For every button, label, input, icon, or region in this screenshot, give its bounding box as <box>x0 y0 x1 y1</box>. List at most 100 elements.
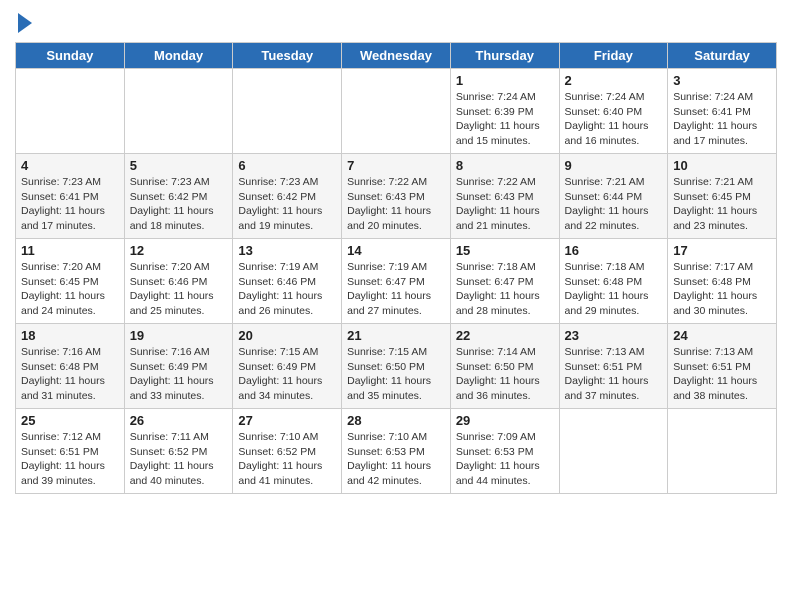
day-info: Sunrise: 7:16 AM Sunset: 6:49 PM Dayligh… <box>130 345 228 404</box>
day-number: 26 <box>130 413 228 428</box>
day-info: Sunrise: 7:18 AM Sunset: 6:47 PM Dayligh… <box>456 260 554 319</box>
calendar-week-row: 11Sunrise: 7:20 AM Sunset: 6:45 PM Dayli… <box>16 239 777 324</box>
calendar-cell: 8 Sunrise: 7:22 AM Sunset: 6:43 PM Daylig… <box>450 154 559 239</box>
calendar-cell: 11Sunrise: 7:20 AM Sunset: 6:45 PM Dayli… <box>16 239 125 324</box>
calendar-body: 1 Sunrise: 7:24 AM Sunset: 6:39 PM Daylig… <box>16 69 777 494</box>
day-number: 5 <box>130 158 228 173</box>
calendar-cell: 15 Sunrise: 7:18 AM Sunset: 6:47 PM Dayli… <box>450 239 559 324</box>
calendar-cell: 24 Sunrise: 7:13 AM Sunset: 6:51 PM Dayli… <box>668 324 777 409</box>
calendar-cell: 13Sunrise: 7:19 AM Sunset: 6:46 PM Dayli… <box>233 239 342 324</box>
day-number: 27 <box>238 413 336 428</box>
calendar-cell: 16Sunrise: 7:18 AM Sunset: 6:48 PM Dayli… <box>559 239 668 324</box>
day-number: 13 <box>238 243 336 258</box>
day-number: 11 <box>21 243 119 258</box>
calendar-cell: 27 Sunrise: 7:10 AM Sunset: 6:52 PM Dayli… <box>233 409 342 494</box>
calendar-cell <box>16 69 125 154</box>
calendar-cell: 4Sunrise: 7:23 AM Sunset: 6:41 PM Daylig… <box>16 154 125 239</box>
day-info: Sunrise: 7:11 AM Sunset: 6:52 PM Dayligh… <box>130 430 228 489</box>
calendar-cell: 5 Sunrise: 7:23 AM Sunset: 6:42 PM Daylig… <box>124 154 233 239</box>
day-number: 1 <box>456 73 554 88</box>
day-info: Sunrise: 7:17 AM Sunset: 6:48 PM Dayligh… <box>673 260 771 319</box>
calendar-cell: 28 Sunrise: 7:10 AM Sunset: 6:53 PM Dayli… <box>342 409 451 494</box>
day-info: Sunrise: 7:13 AM Sunset: 6:51 PM Dayligh… <box>673 345 771 404</box>
day-number: 3 <box>673 73 771 88</box>
calendar-week-row: 18 Sunrise: 7:16 AM Sunset: 6:48 PM Dayli… <box>16 324 777 409</box>
day-info: Sunrise: 7:24 AM Sunset: 6:41 PM Dayligh… <box>673 90 771 149</box>
day-number: 21 <box>347 328 445 343</box>
calendar-cell <box>559 409 668 494</box>
weekday-header-cell: Friday <box>559 43 668 69</box>
calendar-cell: 22 Sunrise: 7:14 AM Sunset: 6:50 PM Dayli… <box>450 324 559 409</box>
day-info: Sunrise: 7:21 AM Sunset: 6:44 PM Dayligh… <box>565 175 663 234</box>
day-info: Sunrise: 7:23 AM Sunset: 6:42 PM Dayligh… <box>130 175 228 234</box>
weekday-header-cell: Monday <box>124 43 233 69</box>
day-number: 10 <box>673 158 771 173</box>
calendar-cell: 17 Sunrise: 7:17 AM Sunset: 6:48 PM Dayli… <box>668 239 777 324</box>
day-info: Sunrise: 7:22 AM Sunset: 6:43 PM Dayligh… <box>456 175 554 234</box>
day-info: Sunrise: 7:10 AM Sunset: 6:52 PM Dayligh… <box>238 430 336 489</box>
day-info: Sunrise: 7:10 AM Sunset: 6:53 PM Dayligh… <box>347 430 445 489</box>
calendar-cell: 2 Sunrise: 7:24 AM Sunset: 6:40 PM Daylig… <box>559 69 668 154</box>
day-number: 14 <box>347 243 445 258</box>
day-number: 15 <box>456 243 554 258</box>
day-info: Sunrise: 7:23 AM Sunset: 6:42 PM Dayligh… <box>238 175 336 234</box>
calendar-cell: 23Sunrise: 7:13 AM Sunset: 6:51 PM Dayli… <box>559 324 668 409</box>
calendar-cell <box>124 69 233 154</box>
day-number: 20 <box>238 328 336 343</box>
page-header <box>15 10 777 36</box>
day-info: Sunrise: 7:14 AM Sunset: 6:50 PM Dayligh… <box>456 345 554 404</box>
day-info: Sunrise: 7:15 AM Sunset: 6:50 PM Dayligh… <box>347 345 445 404</box>
day-info: Sunrise: 7:16 AM Sunset: 6:48 PM Dayligh… <box>21 345 119 404</box>
calendar-cell: 3 Sunrise: 7:24 AM Sunset: 6:41 PM Daylig… <box>668 69 777 154</box>
calendar-cell: 19 Sunrise: 7:16 AM Sunset: 6:49 PM Dayli… <box>124 324 233 409</box>
logo <box>15 14 32 36</box>
day-info: Sunrise: 7:19 AM Sunset: 6:47 PM Dayligh… <box>347 260 445 319</box>
logo-arrow-icon <box>18 13 32 33</box>
weekday-header-cell: Saturday <box>668 43 777 69</box>
day-number: 24 <box>673 328 771 343</box>
weekday-header-cell: Tuesday <box>233 43 342 69</box>
weekday-header-cell: Sunday <box>16 43 125 69</box>
day-info: Sunrise: 7:21 AM Sunset: 6:45 PM Dayligh… <box>673 175 771 234</box>
weekday-header-row: SundayMondayTuesdayWednesdayThursdayFrid… <box>16 43 777 69</box>
weekday-header-cell: Wednesday <box>342 43 451 69</box>
day-number: 8 <box>456 158 554 173</box>
day-info: Sunrise: 7:15 AM Sunset: 6:49 PM Dayligh… <box>238 345 336 404</box>
day-info: Sunrise: 7:09 AM Sunset: 6:53 PM Dayligh… <box>456 430 554 489</box>
day-number: 29 <box>456 413 554 428</box>
day-number: 2 <box>565 73 663 88</box>
calendar-cell: 14 Sunrise: 7:19 AM Sunset: 6:47 PM Dayli… <box>342 239 451 324</box>
day-number: 12 <box>130 243 228 258</box>
calendar-cell <box>668 409 777 494</box>
calendar-cell <box>342 69 451 154</box>
day-info: Sunrise: 7:12 AM Sunset: 6:51 PM Dayligh… <box>21 430 119 489</box>
calendar-cell: 29 Sunrise: 7:09 AM Sunset: 6:53 PM Dayli… <box>450 409 559 494</box>
day-number: 25 <box>21 413 119 428</box>
calendar-cell: 18 Sunrise: 7:16 AM Sunset: 6:48 PM Dayli… <box>16 324 125 409</box>
day-number: 7 <box>347 158 445 173</box>
day-number: 18 <box>21 328 119 343</box>
calendar-cell: 26 Sunrise: 7:11 AM Sunset: 6:52 PM Dayli… <box>124 409 233 494</box>
day-number: 16 <box>565 243 663 258</box>
day-number: 19 <box>130 328 228 343</box>
calendar-cell: 21 Sunrise: 7:15 AM Sunset: 6:50 PM Dayli… <box>342 324 451 409</box>
calendar-cell <box>233 69 342 154</box>
day-info: Sunrise: 7:24 AM Sunset: 6:39 PM Dayligh… <box>456 90 554 149</box>
calendar-week-row: 4Sunrise: 7:23 AM Sunset: 6:41 PM Daylig… <box>16 154 777 239</box>
day-info: Sunrise: 7:24 AM Sunset: 6:40 PM Dayligh… <box>565 90 663 149</box>
calendar-table: SundayMondayTuesdayWednesdayThursdayFrid… <box>15 42 777 494</box>
calendar-cell: 1 Sunrise: 7:24 AM Sunset: 6:39 PM Daylig… <box>450 69 559 154</box>
day-number: 4 <box>21 158 119 173</box>
day-number: 28 <box>347 413 445 428</box>
calendar-cell: 6Sunrise: 7:23 AM Sunset: 6:42 PM Daylig… <box>233 154 342 239</box>
calendar-cell: 12 Sunrise: 7:20 AM Sunset: 6:46 PM Dayli… <box>124 239 233 324</box>
day-info: Sunrise: 7:13 AM Sunset: 6:51 PM Dayligh… <box>565 345 663 404</box>
calendar-cell: 25 Sunrise: 7:12 AM Sunset: 6:51 PM Dayli… <box>16 409 125 494</box>
day-info: Sunrise: 7:20 AM Sunset: 6:46 PM Dayligh… <box>130 260 228 319</box>
calendar-week-row: 1 Sunrise: 7:24 AM Sunset: 6:39 PM Daylig… <box>16 69 777 154</box>
day-number: 17 <box>673 243 771 258</box>
day-number: 22 <box>456 328 554 343</box>
weekday-header-cell: Thursday <box>450 43 559 69</box>
day-number: 9 <box>565 158 663 173</box>
day-info: Sunrise: 7:22 AM Sunset: 6:43 PM Dayligh… <box>347 175 445 234</box>
